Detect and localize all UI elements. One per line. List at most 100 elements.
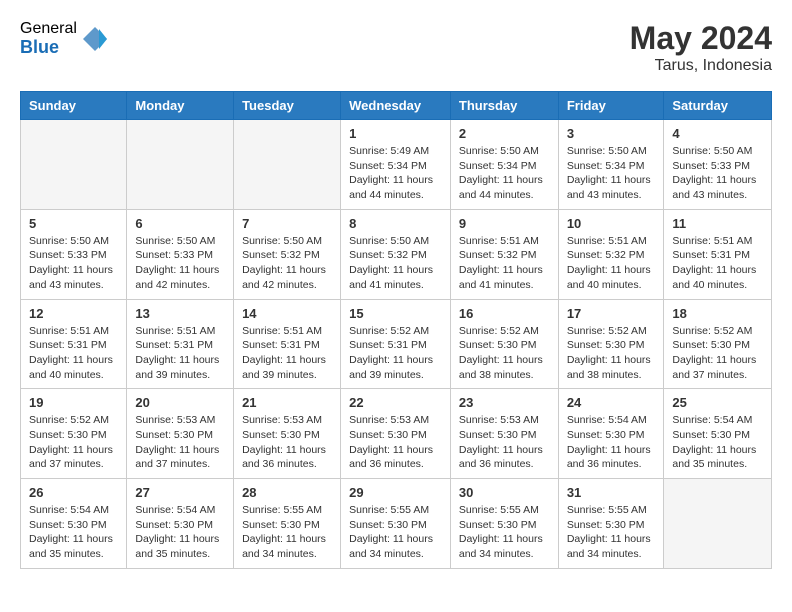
day-number: 11 bbox=[672, 216, 763, 231]
col-header-tuesday: Tuesday bbox=[234, 92, 341, 120]
day-number: 20 bbox=[135, 395, 225, 410]
day-number: 2 bbox=[459, 126, 550, 141]
day-cell: 18Sunrise: 5:52 AMSunset: 5:30 PMDayligh… bbox=[664, 299, 772, 389]
day-info: Sunrise: 5:51 AMSunset: 5:31 PMDaylight:… bbox=[242, 324, 332, 383]
day-info: Sunrise: 5:55 AMSunset: 5:30 PMDaylight:… bbox=[567, 503, 656, 562]
day-cell: 15 Sunrise: 5:52 AMSunset: 5:31 PMDayligh… bbox=[341, 299, 451, 389]
day-cell: 2Sunrise: 5:50 AMSunset: 5:34 PMDaylight… bbox=[450, 120, 558, 210]
day-info: Sunrise: 5:51 AMSunset: 5:31 PMDaylight:… bbox=[135, 324, 225, 383]
day-number: 5 bbox=[29, 216, 118, 231]
header-row: SundayMondayTuesdayWednesdayThursdayFrid… bbox=[21, 92, 772, 120]
day-number: 31 bbox=[567, 485, 656, 500]
day-cell: 16 Sunrise: 5:52 AMSunset: 5:30 PMDayligh… bbox=[450, 299, 558, 389]
week-row-5: 26 Sunrise: 5:54 AMSunset: 5:30 PMDayligh… bbox=[21, 479, 772, 569]
day-number: 19 bbox=[29, 395, 118, 410]
day-number: 14 bbox=[242, 306, 332, 321]
day-number: 26 bbox=[29, 485, 118, 500]
day-number: 13 bbox=[135, 306, 225, 321]
day-number: 18 bbox=[672, 306, 763, 321]
day-cell: 1 Sunrise: 5:49 AMSunset: 5:34 PMDaylight… bbox=[341, 120, 451, 210]
day-number: 29 bbox=[349, 485, 442, 500]
logo-icon bbox=[81, 25, 109, 53]
col-header-sunday: Sunday bbox=[21, 92, 127, 120]
day-cell: 29 Sunrise: 5:55 AMSunset: 5:30 PMDayligh… bbox=[341, 479, 451, 569]
day-cell: 13 Sunrise: 5:51 AMSunset: 5:31 PMDayligh… bbox=[127, 299, 234, 389]
day-cell bbox=[664, 479, 772, 569]
day-cell: 31 Sunrise: 5:55 AMSunset: 5:30 PMDayligh… bbox=[558, 479, 664, 569]
day-number: 10 bbox=[567, 216, 656, 231]
day-number: 21 bbox=[242, 395, 332, 410]
day-number: 28 bbox=[242, 485, 332, 500]
day-number: 24 bbox=[567, 395, 656, 410]
day-info: Sunrise: 5:51 AMSunset: 5:31 PMDaylight:… bbox=[29, 324, 118, 383]
col-header-wednesday: Wednesday bbox=[341, 92, 451, 120]
day-cell: 14 Sunrise: 5:51 AMSunset: 5:31 PMDayligh… bbox=[234, 299, 341, 389]
day-cell: 7 Sunrise: 5:50 AMSunset: 5:32 PMDaylight… bbox=[234, 209, 341, 299]
day-info: Sunrise: 5:54 AMSunset: 5:30 PMDaylight:… bbox=[135, 503, 225, 562]
month-year: May 2024 bbox=[630, 20, 772, 57]
day-cell: 30Sunrise: 5:55 AMSunset: 5:30 PMDayligh… bbox=[450, 479, 558, 569]
day-cell: 4 Sunrise: 5:50 AMSunset: 5:33 PMDaylight… bbox=[664, 120, 772, 210]
day-cell: 8Sunrise: 5:50 AMSunset: 5:32 PMDaylight… bbox=[341, 209, 451, 299]
day-info: Sunrise: 5:52 AMSunset: 5:31 PMDaylight:… bbox=[349, 324, 442, 383]
title-block: May 2024 Tarus, Indonesia bbox=[630, 20, 772, 75]
logo-general: General bbox=[20, 20, 77, 38]
col-header-saturday: Saturday bbox=[664, 92, 772, 120]
day-cell: 28 Sunrise: 5:55 AMSunset: 5:30 PMDayligh… bbox=[234, 479, 341, 569]
week-row-3: 12 Sunrise: 5:51 AMSunset: 5:31 PMDayligh… bbox=[21, 299, 772, 389]
day-info: Sunrise: 5:52 AMSunset: 5:30 PMDaylight:… bbox=[459, 324, 550, 383]
logo: General Blue bbox=[20, 20, 109, 57]
day-number: 1 bbox=[349, 126, 442, 141]
day-info: Sunrise: 5:50 AMSunset: 5:33 PMDaylight:… bbox=[672, 144, 763, 203]
day-cell: 10Sunrise: 5:51 AMSunset: 5:32 PMDayligh… bbox=[558, 209, 664, 299]
day-info: Sunrise: 5:50 AMSunset: 5:34 PMDaylight:… bbox=[567, 144, 656, 203]
day-info: Sunrise: 5:54 AMSunset: 5:30 PMDaylight:… bbox=[672, 413, 763, 472]
day-info: Sunrise: 5:50 AMSunset: 5:32 PMDaylight:… bbox=[349, 234, 442, 293]
day-cell: 27Sunrise: 5:54 AMSunset: 5:30 PMDayligh… bbox=[127, 479, 234, 569]
day-number: 17 bbox=[567, 306, 656, 321]
day-info: Sunrise: 5:53 AMSunset: 5:30 PMDaylight:… bbox=[135, 413, 225, 472]
day-info: Sunrise: 5:53 AMSunset: 5:30 PMDaylight:… bbox=[459, 413, 550, 472]
day-info: Sunrise: 5:55 AMSunset: 5:30 PMDaylight:… bbox=[242, 503, 332, 562]
day-number: 12 bbox=[29, 306, 118, 321]
day-number: 3 bbox=[567, 126, 656, 141]
day-info: Sunrise: 5:55 AMSunset: 5:30 PMDaylight:… bbox=[459, 503, 550, 562]
day-info: Sunrise: 5:54 AMSunset: 5:30 PMDaylight:… bbox=[29, 503, 118, 562]
day-number: 4 bbox=[672, 126, 763, 141]
day-cell: 6 Sunrise: 5:50 AMSunset: 5:33 PMDaylight… bbox=[127, 209, 234, 299]
location: Tarus, Indonesia bbox=[630, 57, 772, 75]
day-cell: 17 Sunrise: 5:52 AMSunset: 5:30 PMDayligh… bbox=[558, 299, 664, 389]
day-cell: 20 Sunrise: 5:53 AMSunset: 5:30 PMDayligh… bbox=[127, 389, 234, 479]
day-cell: 21Sunrise: 5:53 AMSunset: 5:30 PMDayligh… bbox=[234, 389, 341, 479]
logo-blue: Blue bbox=[20, 38, 77, 58]
day-number: 16 bbox=[459, 306, 550, 321]
day-cell: 23 Sunrise: 5:53 AMSunset: 5:30 PMDayligh… bbox=[450, 389, 558, 479]
day-cell: 9 Sunrise: 5:51 AMSunset: 5:32 PMDaylight… bbox=[450, 209, 558, 299]
page-header: General Blue May 2024 Tarus, Indonesia bbox=[20, 20, 772, 75]
day-cell: 3 Sunrise: 5:50 AMSunset: 5:34 PMDaylight… bbox=[558, 120, 664, 210]
day-info: Sunrise: 5:55 AMSunset: 5:30 PMDaylight:… bbox=[349, 503, 442, 562]
day-info: Sunrise: 5:49 AMSunset: 5:34 PMDaylight:… bbox=[349, 144, 442, 203]
day-cell: 11Sunrise: 5:51 AMSunset: 5:31 PMDayligh… bbox=[664, 209, 772, 299]
day-cell bbox=[127, 120, 234, 210]
day-cell: 25 Sunrise: 5:54 AMSunset: 5:30 PMDayligh… bbox=[664, 389, 772, 479]
day-info: Sunrise: 5:50 AMSunset: 5:32 PMDaylight:… bbox=[242, 234, 332, 293]
day-cell: 12 Sunrise: 5:51 AMSunset: 5:31 PMDayligh… bbox=[21, 299, 127, 389]
week-row-1: 1 Sunrise: 5:49 AMSunset: 5:34 PMDaylight… bbox=[21, 120, 772, 210]
calendar-table: SundayMondayTuesdayWednesdayThursdayFrid… bbox=[20, 91, 772, 569]
day-number: 15 bbox=[349, 306, 442, 321]
day-number: 9 bbox=[459, 216, 550, 231]
day-number: 7 bbox=[242, 216, 332, 231]
day-info: Sunrise: 5:52 AMSunset: 5:30 PMDaylight:… bbox=[29, 413, 118, 472]
day-cell: 26 Sunrise: 5:54 AMSunset: 5:30 PMDayligh… bbox=[21, 479, 127, 569]
day-number: 22 bbox=[349, 395, 442, 410]
day-info: Sunrise: 5:52 AMSunset: 5:30 PMDaylight:… bbox=[567, 324, 656, 383]
day-cell: 5Sunrise: 5:50 AMSunset: 5:33 PMDaylight… bbox=[21, 209, 127, 299]
col-header-monday: Monday bbox=[127, 92, 234, 120]
day-number: 25 bbox=[672, 395, 763, 410]
day-number: 6 bbox=[135, 216, 225, 231]
day-info: Sunrise: 5:50 AMSunset: 5:33 PMDaylight:… bbox=[135, 234, 225, 293]
day-info: Sunrise: 5:51 AMSunset: 5:32 PMDaylight:… bbox=[459, 234, 550, 293]
day-info: Sunrise: 5:53 AMSunset: 5:30 PMDaylight:… bbox=[349, 413, 442, 472]
day-number: 23 bbox=[459, 395, 550, 410]
